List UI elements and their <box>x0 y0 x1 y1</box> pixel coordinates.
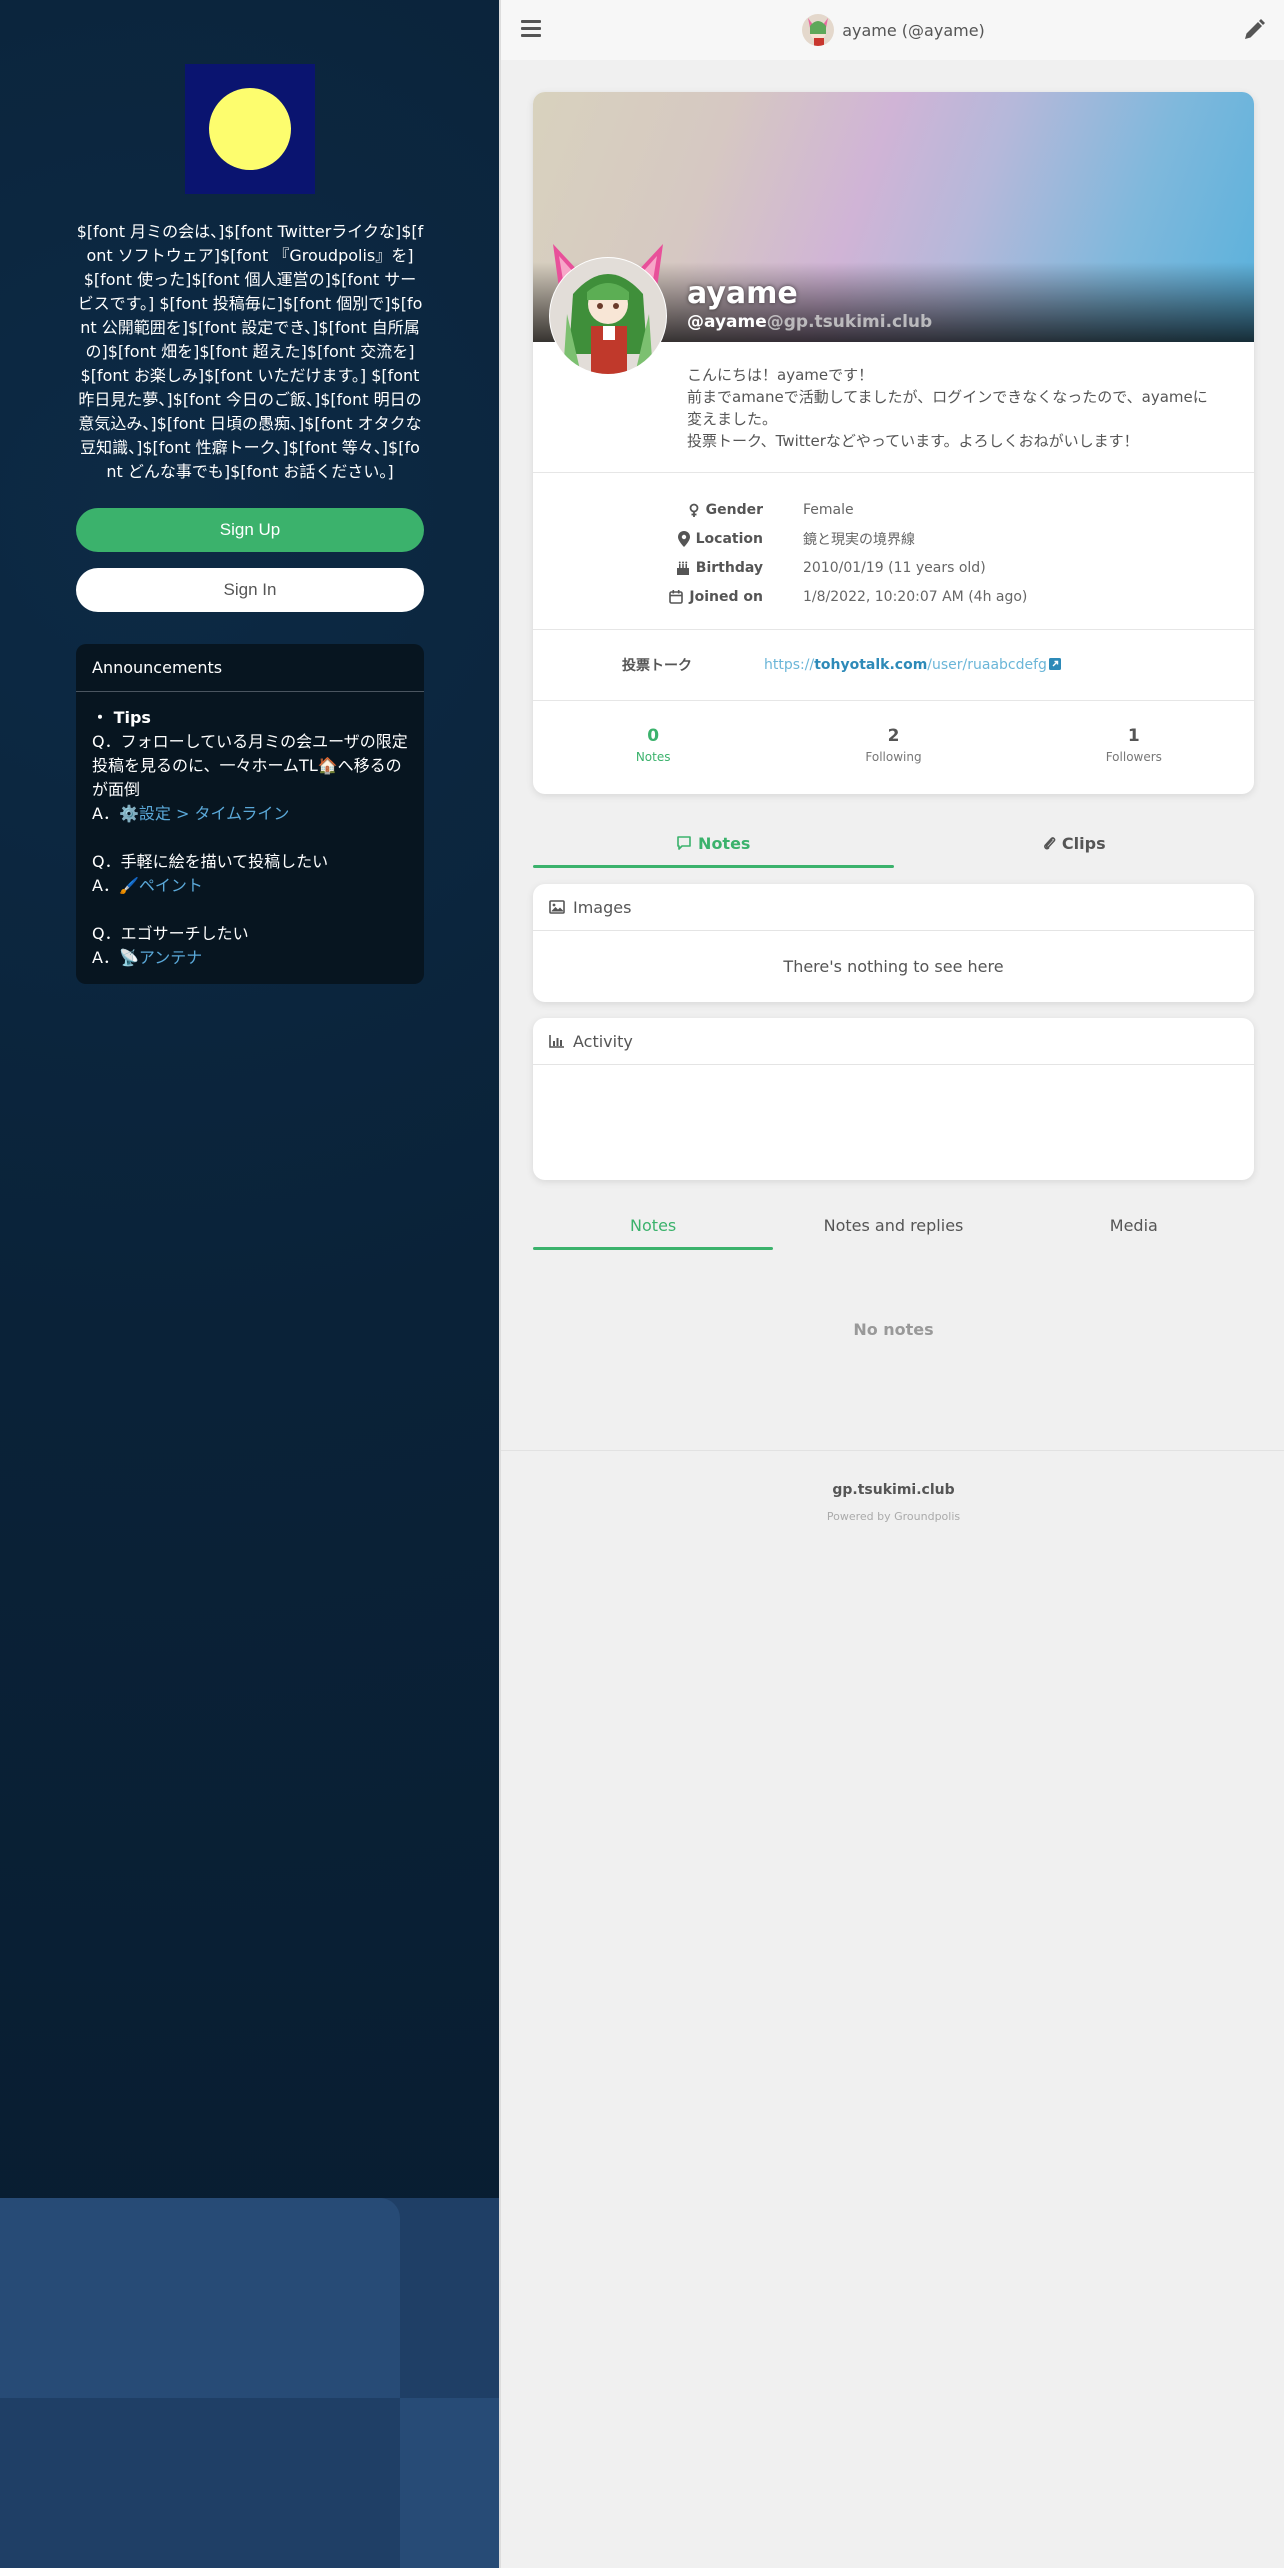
main-column: ayame (@ayame) ayame @ayame@gp.tsukimi.c… <box>499 0 1284 2568</box>
stat-following[interactable]: 2 Following <box>773 726 1013 764</box>
external-link-icon <box>1048 658 1061 670</box>
field-value: 鏡と現実の境界線 <box>803 531 915 548</box>
footer-host[interactable]: gp.tsukimi.club <box>501 1482 1284 1498</box>
field-value: Female <box>803 501 854 518</box>
background-block <box>0 2198 400 2398</box>
birthday-cake-icon <box>676 561 689 575</box>
no-notes-message: No notes <box>853 1320 934 1339</box>
gender-icon <box>689 503 699 517</box>
stat-followers[interactable]: 1 Followers <box>1014 726 1254 764</box>
images-widget-header: Images <box>533 884 1254 931</box>
announcement-answer: A．📡アンテナ <box>92 948 203 967</box>
announcement-question: Q．フォローしている月ミの会ユーザの限定投稿を見るのに、一々ホームTL🏠へ移るの… <box>92 732 408 799</box>
announcements-body: ・ Tips Q．フォローしている月ミの会ユーザの限定投稿を見るのに、一々ホーム… <box>76 692 424 984</box>
profile-username: @ayame <box>687 312 767 332</box>
field-row: Location 鏡と現実の境界線 <box>533 524 1254 553</box>
paperclip-icon <box>1043 837 1056 850</box>
home-icon: 🏠 <box>317 756 338 775</box>
announcement-answer: A．🖌️ペイント <box>92 876 203 895</box>
announcement-question: Q．エゴサーチしたい <box>92 924 249 943</box>
sign-up-button[interactable]: Sign Up <box>76 508 424 552</box>
menu-icon[interactable] <box>521 20 541 40</box>
page-title-text: ayame (@ayame) <box>842 20 985 40</box>
profile-acct: @ayame@gp.tsukimi.club <box>687 312 932 332</box>
profile-fields: Gender Female Location 鏡と現実の境界線 Birthday… <box>533 473 1254 629</box>
bio-line: こんにちは！ayameです！ <box>687 366 874 384</box>
field-key: Joined on <box>689 588 763 605</box>
instance-logo <box>185 64 315 194</box>
instance-info-panel: $[font 月ミの会は、]$[font Twitterライクな]$[font … <box>0 0 499 2568</box>
top-bar: ayame (@ayame) <box>501 0 1284 60</box>
avatar[interactable] <box>802 14 835 46</box>
announcement-answer: A．⚙️設定 > タイムライン <box>92 804 290 823</box>
tab-notes-only[interactable]: Notes <box>533 1200 774 1250</box>
tab-notes-and-replies[interactable]: Notes and replies <box>773 1200 1013 1250</box>
field-row: Joined on 1/8/2022, 10:20:07 AM (4h ago) <box>533 582 1254 611</box>
profile-card: ayame @ayame@gp.tsukimi.club こんにちは！ayame… <box>533 92 1254 794</box>
announcements-title: Announcements <box>76 644 424 692</box>
tab-clips[interactable]: Clips <box>894 818 1255 868</box>
paint-link[interactable]: ペイント <box>139 876 203 895</box>
announcement-question: Q．手軽に絵を描いて投稿したい <box>92 852 329 871</box>
chart-icon <box>549 1035 564 1048</box>
tips-heading: ・ Tips <box>92 708 151 727</box>
field-value: 1/8/2022, 10:20:07 AM (4h ago) <box>803 588 1028 605</box>
images-empty-message: There's nothing to see here <box>783 956 1004 976</box>
pencil-icon[interactable] <box>1242 18 1266 42</box>
profile-stats: 0 Notes 2 Following 1 Followers <box>533 701 1254 789</box>
bio-line: 前までamaneで活動してましたが、ログインできなくなったので、ayameに変え… <box>687 388 1208 428</box>
calendar-icon <box>669 589 684 604</box>
field-key: Gender <box>705 501 763 518</box>
extra-field-row: 投票トーク https://tohyotalk.com/user/ruaabcd… <box>533 630 1254 700</box>
field-key: Location <box>695 530 763 547</box>
announcements-panel: Announcements ・ Tips Q．フォローしている月ミの会ユーザの限… <box>76 644 424 984</box>
tab-notes[interactable]: Notes <box>533 818 894 868</box>
activity-widget-header: Activity <box>533 1018 1254 1065</box>
stat-notes[interactable]: 0 Notes <box>533 726 773 764</box>
bio-line: 投票トーク、Twitterなどやっています。よろしくおねがいします！ <box>687 432 1139 450</box>
page-title: ayame (@ayame) <box>802 14 985 46</box>
comment-icon <box>677 836 691 850</box>
field-key: Birthday <box>695 559 763 576</box>
activity-widget: Activity <box>533 1018 1254 1180</box>
location-icon <box>677 530 690 547</box>
profile-name: ayame <box>687 276 798 311</box>
notes-filter-tabs: Notes Notes and replies Media <box>533 1200 1254 1250</box>
antenna-link[interactable]: アンテナ <box>139 948 202 967</box>
extra-field-key: 投票トーク <box>622 658 692 674</box>
profile-tabs: Notes Clips <box>533 818 1254 868</box>
gear-icon: ⚙️ <box>118 804 139 823</box>
satellite-icon: 📡 <box>118 948 139 967</box>
field-value: 2010/01/19 (11 years old) <box>803 559 986 576</box>
profile-host: @gp.tsukimi.club <box>766 312 933 332</box>
sign-in-button[interactable]: Sign In <box>76 568 424 612</box>
field-row: Birthday 2010/01/19 (11 years old) <box>533 553 1254 582</box>
footer-powered-by: Powered by Groundpolis <box>826 1510 961 1523</box>
profile-avatar[interactable] <box>547 244 669 375</box>
tab-media[interactable]: Media <box>1014 1200 1254 1250</box>
field-row: Gender Female <box>533 495 1254 524</box>
instance-description: $[font 月ミの会は、]$[font Twitterライクな]$[font … <box>76 222 424 481</box>
paintbrush-icon: 🖌️ <box>118 876 139 895</box>
background-block <box>400 2398 499 2568</box>
image-icon <box>549 900 565 914</box>
extra-field-link[interactable]: https://tohyotalk.com/user/ruaabcdefg <box>692 657 1061 673</box>
settings-timeline-link[interactable]: 設定 > タイムライン <box>139 804 289 823</box>
moon-icon <box>209 88 291 170</box>
images-widget: Images There's nothing to see here <box>533 884 1254 1002</box>
